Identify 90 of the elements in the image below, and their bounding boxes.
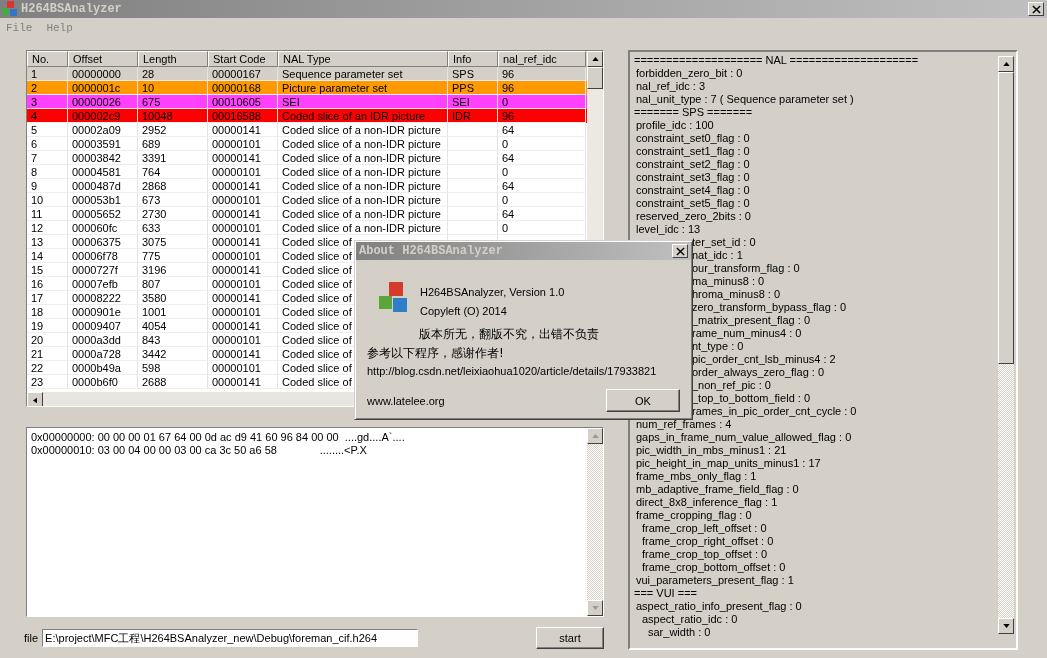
column-header[interactable]: Start Code <box>208 51 278 67</box>
detail-line: constraint_set5_flag : 0 <box>636 197 750 209</box>
detail-line: constraint_set1_flag : 0 <box>636 145 750 157</box>
detail-line: nal_unit_type : 7 ( Sequence parameter set ) <box>636 93 854 105</box>
left-arrow-icon <box>33 396 37 404</box>
detail-line: order_always_zero_flag : 0 <box>692 366 825 378</box>
file-label: file <box>24 632 39 644</box>
table-row[interactable]: 3 00000026 675 00010605 SEI SEI 0 <box>27 95 587 109</box>
detail-line: mb_adaptive_frame_field_flag : 0 <box>636 483 799 495</box>
detail-line: constraint_set0_flag : 0 <box>636 132 750 144</box>
detail-line: constraint_set4_flag : 0 <box>636 184 750 196</box>
detail-line: gaps_in_frame_num_value_allowed_flag : 0 <box>636 431 852 443</box>
detail-line: sar_width : 0 <box>648 626 711 638</box>
table-row[interactable]: 1 00000000 28 00000167 Sequence parameter set SPS 96 <box>27 67 587 81</box>
detail-line: _matrix_present_flag : 0 <box>692 314 810 326</box>
detail-line: profile_idc : 100 <box>636 119 714 131</box>
detail-line: constraint_set2_flag : 0 <box>636 158 750 170</box>
down-arrow-icon <box>591 606 599 610</box>
column-header[interactable]: Info <box>448 51 498 67</box>
detail-line: nal_ref_idc : 3 <box>636 80 706 92</box>
detail-line: constraint_set3_flag : 0 <box>636 171 750 183</box>
column-header[interactable]: Length <box>138 51 208 67</box>
table-row[interactable]: 5 00002a09 2952 00000141 Coded slice of a non-IDR picture 64 <box>27 123 587 137</box>
detail-line: ==================== NAL ==================== <box>634 54 919 66</box>
detail-line: ma_minus8 : 0 <box>692 275 765 287</box>
detail-line: frame_mbs_only_flag : 1 <box>636 470 757 482</box>
close-button[interactable] <box>672 244 688 258</box>
detail-line: frame_crop_bottom_offset : 0 <box>642 561 786 573</box>
detail-line: aspect_ratio_info_present_flag : 0 <box>636 600 802 612</box>
table-row[interactable]: 8 00004581 764 00000101 Coded slice of a non-IDR picture 0 <box>27 165 587 179</box>
table-row[interactable]: 2 0000001c 10 00000168 Picture parameter set PPS 96 <box>27 81 587 95</box>
table-cell: 00000141 <box>208 375 278 389</box>
detail-line: nat_idc : 1 <box>692 249 743 261</box>
table-cell: 0000b6f0 <box>68 375 138 389</box>
column-header[interactable]: NAL Type <box>278 51 448 67</box>
scroll-thumb[interactable] <box>998 72 1014 364</box>
detail-line: pic_order_cnt_lsb_minus4 : 2 <box>692 353 836 365</box>
table-row[interactable]: 6 00003591 689 00000101 Coded slice of a non-IDR picture 0 <box>27 137 587 151</box>
cubes-icon <box>2 1 18 17</box>
table-row[interactable]: 10 000053b1 673 00000101 Coded slice of a non-IDR picture 0 <box>27 193 587 207</box>
close-button[interactable] <box>1028 2 1044 16</box>
table-row[interactable]: 12 000060fc 633 00000101 Coded slice of a non-IDR picture 0 <box>27 221 587 235</box>
table-row[interactable]: 9 0000487d 2868 00000141 Coded slice of a non-IDR picture 64 <box>27 179 587 193</box>
detail-line: _non_ref_pic : 0 <box>692 379 771 391</box>
detail-line: === VUI === <box>634 587 697 599</box>
column-header[interactable]: nal_ref_idc <box>498 51 586 67</box>
column-header[interactable]: Offset <box>68 51 138 67</box>
hex-line: 0x00000010: 03 00 04 00 00 03 00 ca 3c 50 a6 58 ........<P.X <box>31 444 368 457</box>
detail-line: aspect_ratio_idc : 0 <box>642 613 738 625</box>
vertical-scrollbar[interactable] <box>998 56 1014 634</box>
up-arrow-icon <box>591 434 599 438</box>
hex-line: 0x00000000: 00 00 00 01 67 64 00 0d ac d9 41 60 96 84 00 00 ....gd....A`.... <box>31 431 406 444</box>
cubes-icon <box>378 282 408 314</box>
detail-line: pic_height_in_map_units_minus1 : 17 <box>636 457 821 469</box>
detail-line: forbidden_zero_bit : 0 <box>636 67 743 79</box>
detail-line: ======= SPS ======= <box>634 106 753 118</box>
detail-line: frame_crop_left_offset : 0 <box>642 522 767 534</box>
detail-line: rames_in_pic_order_cnt_cycle : 0 <box>692 405 857 417</box>
table-row[interactable]: 4 000002c9 10048 00016588 Coded slice of an IDR picture IDR 96 <box>27 109 587 123</box>
detail-line: zero_transform_bypass_flag : 0 <box>692 301 847 313</box>
table-row[interactable]: 7 00003842 3391 00000141 Coded slice of a non-IDR picture 64 <box>27 151 587 165</box>
detail-line: vui_parameters_present_flag : 1 <box>636 574 794 586</box>
detail-line: nt_type : 0 <box>692 340 744 352</box>
ok-button[interactable]: OK <box>606 389 680 412</box>
table-row[interactable]: 11 00005652 2730 00000141 Coded slice of a non-IDR picture 64 <box>27 207 587 221</box>
detail-line: direct_8x8_inference_flag : 1 <box>636 496 778 508</box>
detail-line: our_transform_flag : 0 <box>692 262 800 274</box>
window-title: H264BSAnalyzer <box>21 2 122 16</box>
up-arrow-icon <box>1002 62 1010 66</box>
scroll-thumb[interactable] <box>587 67 603 89</box>
up-arrow-icon <box>591 57 599 61</box>
detail-line: pic_width_in_mbs_minus1 : 21 <box>636 444 787 456</box>
detail-line: frame_crop_right_offset : 0 <box>642 535 774 547</box>
detail-line: reserved_zero_2bits : 0 <box>636 210 751 222</box>
website-text: www.latelee.org <box>367 394 445 407</box>
detail-line: hroma_minus8 : 0 <box>692 288 781 300</box>
start-button[interactable]: start <box>536 627 604 649</box>
detail-line: frame_crop_top_offset : 0 <box>642 548 768 560</box>
detail-line: frame_cropping_flag : 0 <box>636 509 752 521</box>
detail-line: level_idc : 13 <box>636 223 701 235</box>
detail-line: ter_set_id : 0 <box>692 236 756 248</box>
detail-line: num_ref_frames : 4 <box>636 418 732 430</box>
vertical-scrollbar[interactable] <box>587 428 603 616</box>
down-arrow-icon <box>1002 624 1010 628</box>
file-path-field[interactable]: E:\project\MFC工程\H264BSAnalyzer_new\Debug\foreman_cif.h264 <box>42 629 419 647</box>
table-cell: 2688 <box>138 375 208 389</box>
table-cell: 23 <box>27 375 68 389</box>
column-header[interactable]: No. <box>27 51 68 67</box>
detail-line: _top_to_bottom_field : 0 <box>692 392 811 404</box>
detail-line: rame_num_minus4 : 0 <box>692 327 802 339</box>
